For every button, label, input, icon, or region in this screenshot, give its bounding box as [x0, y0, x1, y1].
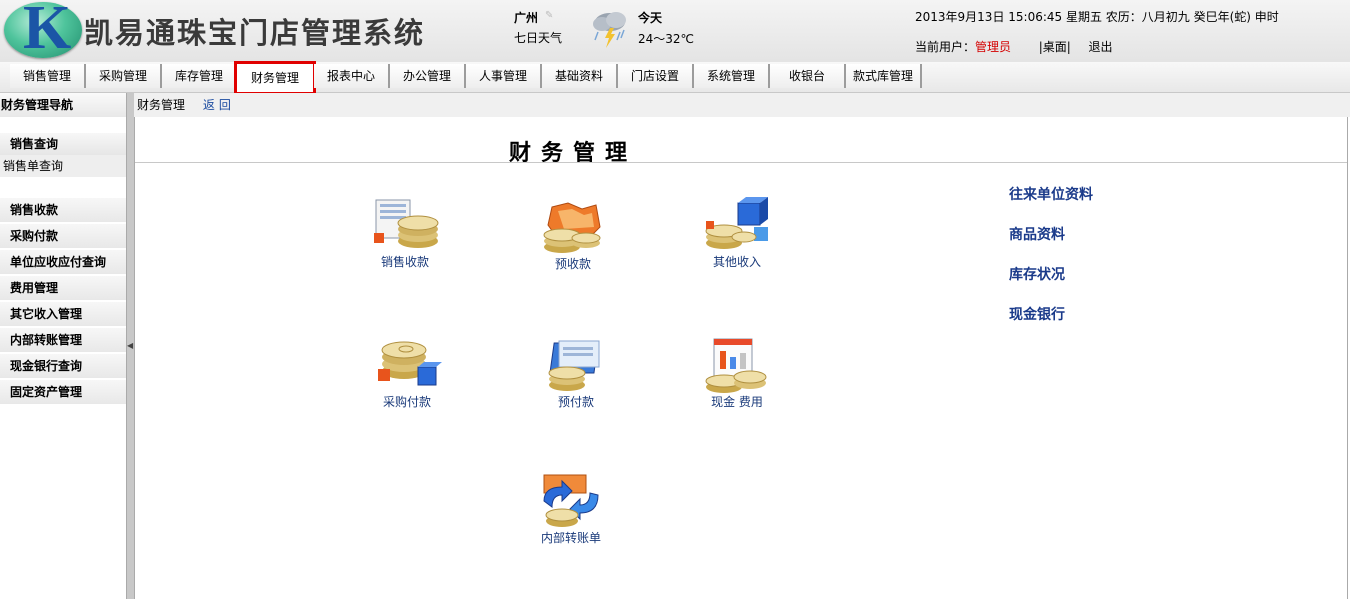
sidebar-item-expenses[interactable]: 费用管理 — [0, 276, 126, 301]
back-link[interactable]: 返回 — [203, 98, 235, 112]
purchase-payment-icon — [378, 341, 442, 386]
collapse-arrow-icon: ◀ — [127, 341, 134, 350]
sidebar-item-label: 其它收入管理 — [10, 307, 83, 321]
datetime-display: 2013年9月13日 15:06:45 星期五 农历：八月初九 癸巳年(蛇) 申… — [915, 10, 1279, 24]
menu-office[interactable]: 办公管理 — [390, 64, 466, 88]
menu-base-data[interactable]: 基础资料 — [542, 64, 618, 88]
tile-label: 采购付款 — [382, 395, 431, 409]
sidebar-item-fixed-assets[interactable]: 固定资产管理 — [0, 380, 126, 405]
sidebar-item-sales-receipt[interactable]: 销售收款 — [0, 198, 126, 223]
sidebar-item-label: 内部转账管理 — [10, 333, 83, 347]
menu-system[interactable]: 系统管理 — [694, 64, 770, 88]
logo: K — [4, 0, 82, 62]
tile-label: 现金 费用 — [711, 395, 763, 409]
menu-style-library[interactable]: 款式库管理 — [846, 64, 922, 88]
sidebar-item-other-income[interactable]: 其它收入管理 — [0, 302, 126, 327]
link-product-data[interactable]: 商品资料 — [1009, 224, 1065, 244]
tile-label: 内部转账单 — [540, 531, 601, 545]
sales-receipt-icon — [374, 199, 439, 248]
menu-store-settings[interactable]: 门店设置 — [618, 64, 694, 88]
menu-reports[interactable]: 报表中心 — [314, 64, 390, 88]
city-label: 广州 — [514, 11, 539, 25]
user-line: 当前用户：管理员 |桌面| 退出 — [915, 38, 1112, 55]
other-income-icon — [705, 197, 768, 249]
tile-other-income[interactable]: 其他收入 — [682, 197, 792, 270]
breadcrumb-current: 财务管理 — [137, 98, 186, 112]
logout-link[interactable]: 退出 — [1088, 40, 1112, 54]
tile-label: 销售收款 — [380, 255, 429, 269]
main-menu-bar: 销售管理 采购管理 库存管理 财务管理 报表中心 办公管理 人事管理 基础资料 … — [0, 61, 1350, 95]
tile-internal-transfer[interactable]: 内部转账单 — [516, 473, 626, 546]
link-cash-bank[interactable]: 现金银行 — [1009, 304, 1065, 324]
edit-city-icon[interactable]: ✎ — [545, 10, 553, 21]
tile-label: 其他收入 — [712, 255, 761, 269]
menu-hr[interactable]: 人事管理 — [466, 64, 542, 88]
cash-expense-icon — [705, 338, 767, 393]
sidebar-item-receivable-payable[interactable]: 单位应收应付查询 — [0, 250, 126, 275]
system-title: 凯易通珠宝门店管理系统 — [84, 16, 426, 50]
breadcrumb: 财务管理 返回 — [134, 93, 1350, 117]
sidebar-item-label: 销售单查询 — [3, 159, 64, 173]
sidebar-item-label: 现金银行查询 — [10, 359, 83, 373]
title-divider — [135, 162, 1347, 163]
sidebar-item-sales-order-query[interactable]: 销售单查询 — [0, 155, 126, 177]
tile-purchase-payment[interactable]: 采购付款 — [352, 337, 462, 410]
link-partner-units[interactable]: 往来单位资料 — [1009, 184, 1093, 204]
sidebar-group-label: 销售查询 — [10, 137, 59, 151]
main-content: 财务管理 销售收款 预收款 其他收入 采购付款 预付款 现金 费用 内部转账单 … — [134, 117, 1348, 599]
tile-sales-receipt[interactable]: 销售收款 — [350, 197, 460, 270]
sidebar-item-internal-transfer[interactable]: 内部转账管理 — [0, 328, 126, 353]
tile-cash-expense[interactable]: 现金 费用 — [682, 337, 792, 410]
current-user-label: 当前用户： — [915, 40, 976, 54]
sidebar-item-purchase-payment[interactable]: 采购付款 — [0, 224, 126, 249]
tile-advance-receipt[interactable]: 预收款 — [518, 199, 628, 272]
menu-cashier[interactable]: 收银台 — [770, 64, 846, 88]
header-bar: K 凯易通珠宝门店管理系统 广州 ✎ 七日天气 今天 24～32℃ 2013年9… — [0, 0, 1350, 62]
desktop-link[interactable]: |桌面| — [1039, 40, 1071, 54]
sidebar-item-label: 单位应收应付查询 — [10, 255, 107, 269]
sidebar-item-label: 销售收款 — [10, 203, 59, 217]
tile-label: 预收款 — [554, 257, 591, 271]
current-user-name: 管理员 — [975, 40, 1012, 54]
tile-prepayment[interactable]: 预付款 — [521, 337, 631, 410]
menu-purchase[interactable]: 采购管理 — [86, 64, 162, 88]
link-inventory-status[interactable]: 库存状况 — [1009, 264, 1065, 284]
menu-sales[interactable]: 销售管理 — [10, 64, 86, 88]
internal-transfer-icon — [543, 474, 599, 527]
temperature-range: 24～32℃ — [638, 32, 695, 46]
advance-receipt-icon — [543, 202, 601, 253]
sidebar-item-cash-bank-query[interactable]: 现金银行查询 — [0, 354, 126, 379]
sidebar-item-label: 费用管理 — [10, 281, 59, 295]
tile-label: 预付款 — [557, 395, 594, 409]
menu-finance[interactable]: 财务管理 — [234, 61, 316, 95]
seven-day-weather-link[interactable]: 七日天气 — [514, 29, 562, 46]
prepayment-icon — [548, 340, 600, 391]
finance-sidebar: 财务管理导航 销售查询 销售单查询 销售收款 采购付款 单位应收应付查询 费用管… — [0, 93, 127, 599]
today-weather-label: 今天 — [638, 11, 663, 25]
sidebar-item-label: 采购付款 — [10, 229, 59, 243]
thunderstorm-weather-icon — [593, 12, 626, 48]
sidebar-title: 财务管理导航 — [0, 93, 127, 117]
menu-inventory[interactable]: 库存管理 — [162, 64, 238, 88]
sidebar-item-label: 固定资产管理 — [10, 385, 83, 399]
sidebar-group-sales-query[interactable]: 销售查询 — [0, 133, 126, 155]
logo-letter: K — [23, 0, 72, 62]
